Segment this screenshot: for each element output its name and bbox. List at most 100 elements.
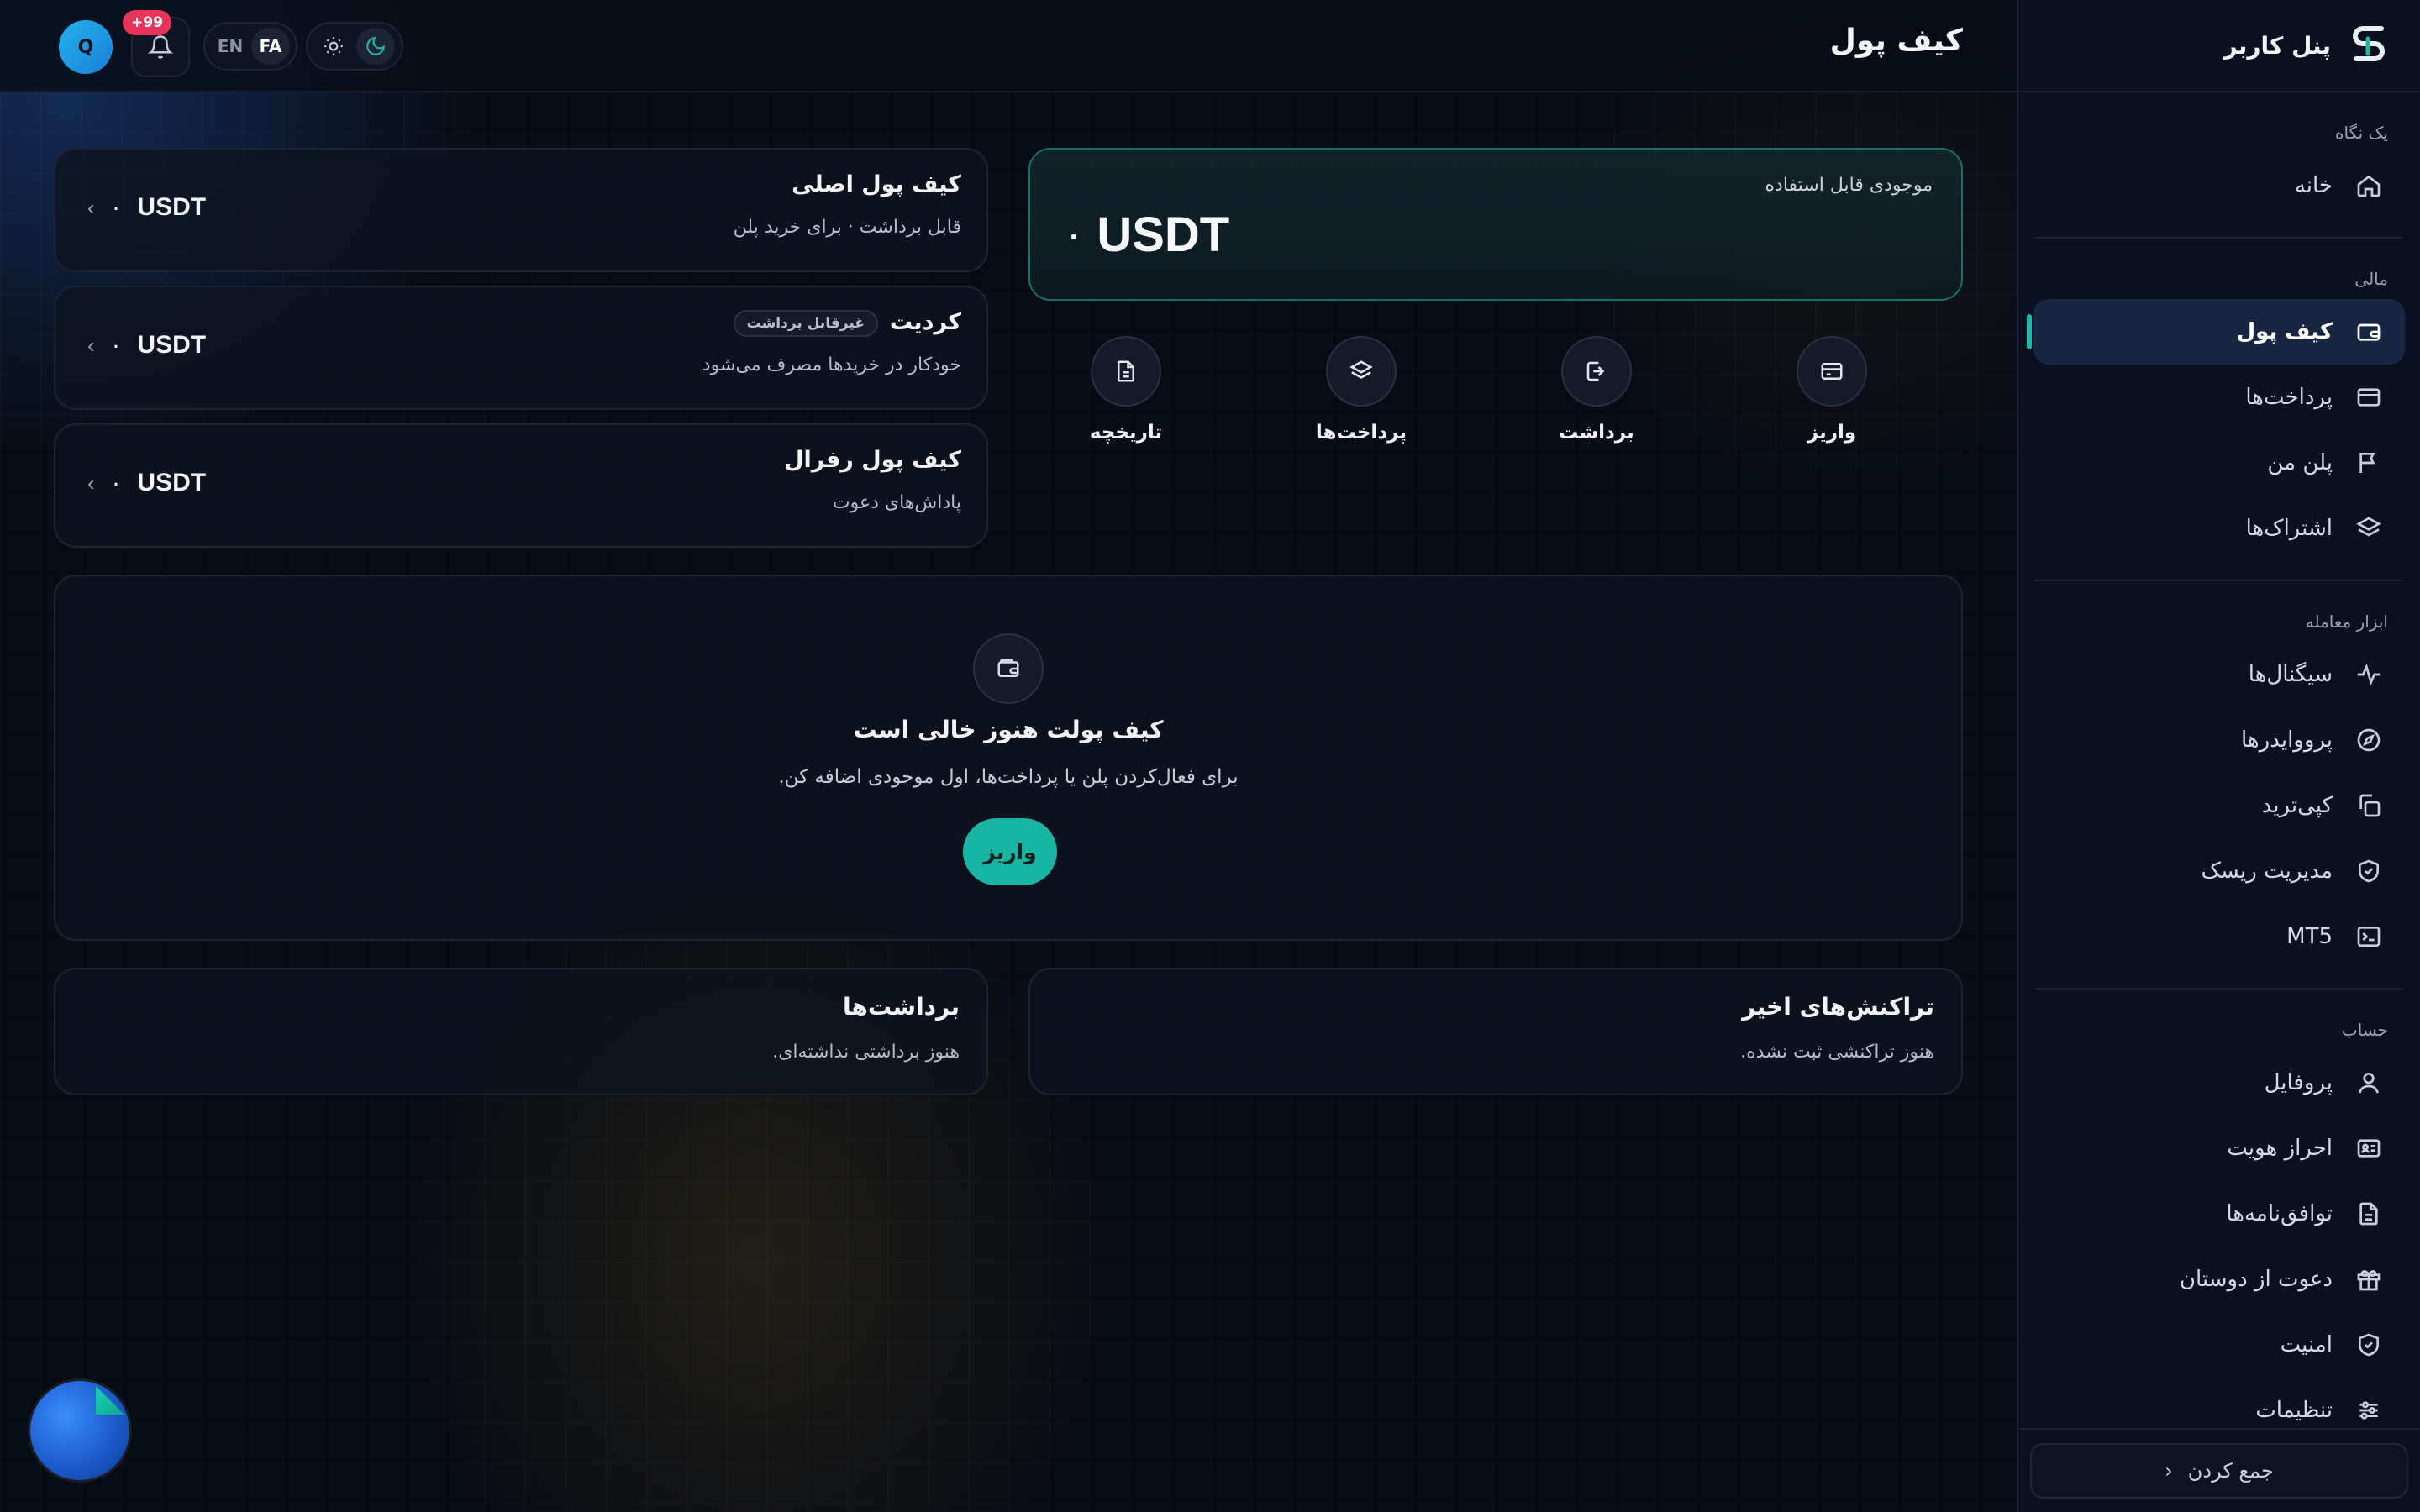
- wallet-currency: USDT: [137, 193, 207, 221]
- sidebar-item-signals[interactable]: سیگنال‌ها: [2033, 642, 2405, 707]
- id-card-icon: [2354, 1134, 2383, 1163]
- sidebar-item-label: پروفایل: [2264, 1070, 2333, 1095]
- lang-fa-button[interactable]: FA: [251, 28, 290, 65]
- sidebar-item-verification[interactable]: احراز هویت: [2033, 1116, 2405, 1181]
- sidebar-item-label: احراز هویت: [2227, 1136, 2333, 1161]
- sidebar-item-risk-management[interactable]: مدیریت ریسک: [2033, 838, 2405, 904]
- sidebar-item-home[interactable]: خانه: [2033, 153, 2405, 218]
- wallet-icon: [2354, 318, 2383, 346]
- main-wallet-card[interactable]: کیف پول اصلی قابل برداشت · برای خرید پلن…: [54, 148, 988, 272]
- sidebar-footer: جمع کردن ‹: [2018, 1428, 2420, 1512]
- sidebar-item-label: امنیت: [2280, 1332, 2333, 1357]
- chevron-left-icon: ‹: [87, 332, 95, 358]
- sidebar-item-payments[interactable]: پرداخت‌ها: [2033, 365, 2405, 430]
- copy-icon: [2354, 791, 2383, 820]
- page-title: کیف پول: [1829, 24, 1963, 58]
- withdraw-action-button[interactable]: برداشت: [1529, 336, 1664, 444]
- wallet-title: کردیت غیرقابل برداشت: [733, 309, 961, 337]
- credit-card-icon: [1821, 363, 1843, 380]
- credit-card-icon: [2354, 383, 2383, 412]
- chevron-left-icon: ‹: [87, 194, 95, 220]
- wallet-currency: USDT: [137, 469, 207, 496]
- divider: [2035, 237, 2403, 239]
- chevron-left-icon: ‹: [2165, 1459, 2173, 1483]
- empty-state-icon: [973, 633, 1044, 704]
- sidebar-item-my-plan[interactable]: پلن من: [2033, 430, 2405, 496]
- top-header: کیف پول EN FA +99 Q: [0, 0, 2017, 92]
- sidebar-item-copytrade[interactable]: کپی‌ترید: [2033, 773, 2405, 838]
- sliders-icon: [2354, 1396, 2383, 1425]
- wallet-amount: ‹ ۰ USDT: [87, 469, 206, 497]
- recent-transactions-empty: هنوز تراکنشی ثبت نشده.: [1740, 1042, 1934, 1063]
- wallet-icon: [997, 659, 1019, 677]
- sidebar-item-security[interactable]: امنیت: [2033, 1312, 2405, 1378]
- document-icon: [1118, 360, 1134, 382]
- sidebar: پنل کاربر یک نگاه خانه مالی کیف پول پردا…: [2017, 0, 2420, 1512]
- wallet-currency: USDT: [137, 331, 207, 359]
- sidebar-item-providers[interactable]: پرووایدرها: [2033, 707, 2405, 773]
- empty-wallet-card: کیف پولت هنوز خالی است برای فعال‌کردن پل…: [54, 575, 1963, 941]
- home-icon: [2354, 171, 2383, 200]
- sidebar-item-label: سیگنال‌ها: [2248, 662, 2333, 687]
- shield-check-icon: [2354, 857, 2383, 885]
- user-icon: [2354, 1068, 2383, 1097]
- brand-logo[interactable]: [2348, 22, 2390, 69]
- sidebar-item-label: مدیریت ریسک: [2201, 858, 2333, 884]
- sidebar-item-label: دعوت از دوستان: [2179, 1267, 2333, 1292]
- section-label: مالی: [2354, 269, 2388, 289]
- sidebar-title: پنل کاربر: [2223, 31, 2331, 60]
- balance-value: ۰ USDT: [1065, 207, 1229, 263]
- payments-action-label: پرداخت‌ها: [1315, 422, 1407, 444]
- document-icon: [2354, 1200, 2383, 1228]
- withdrawals-empty: هنوز برداشتی نداشته‌ای.: [772, 1042, 960, 1063]
- sidebar-item-label: اشتراک‌ها: [2245, 516, 2333, 541]
- wallet-title: کیف پول اصلی: [792, 171, 961, 197]
- sidebar-item-label: پلن من: [2267, 450, 2333, 475]
- sidebar-item-wallet[interactable]: کیف پول: [2027, 299, 2405, 365]
- logo-icon: [2353, 26, 2385, 61]
- wallet-amount-value: ۰: [111, 336, 121, 355]
- layers-icon: [2354, 514, 2383, 543]
- wallet-actions: واریز برداشت پرداخت‌ها تاریخچه: [1090, 336, 1899, 454]
- history-action-button[interactable]: تاریخچه: [1059, 336, 1193, 444]
- chevron-left-icon: ‹: [87, 470, 95, 496]
- deposit-action-button[interactable]: واریز: [1765, 336, 1899, 444]
- available-balance-card: موجودی قابل استفاده ۰ USDT: [1028, 148, 1963, 301]
- gift-icon: [2354, 1265, 2383, 1294]
- sidebar-item-label: MT5: [2286, 924, 2333, 949]
- deposit-button[interactable]: واریز: [963, 818, 1057, 885]
- dark-mode-button[interactable]: [356, 28, 395, 65]
- credit-wallet-card[interactable]: کردیت غیرقابل برداشت خودکار در خریدها مصر…: [54, 286, 988, 410]
- theme-toggle[interactable]: [306, 22, 403, 71]
- withdrawals-title: برداشت‌ها: [842, 993, 960, 1021]
- shield-icon: [2354, 1331, 2383, 1359]
- sidebar-item-agreements[interactable]: توافق‌نامه‌ها: [2033, 1181, 2405, 1247]
- empty-state-subtitle: برای فعال‌کردن پلن یا پرداخت‌ها، اول موج…: [778, 766, 1239, 788]
- collapse-sidebar-button[interactable]: جمع کردن ‹: [2030, 1443, 2408, 1499]
- divider: [2035, 988, 2403, 990]
- section-label: ابزار معامله: [2305, 612, 2388, 632]
- sidebar-item-label: توافق‌نامه‌ها: [2226, 1201, 2333, 1226]
- layers-icon: [1349, 360, 1373, 379]
- wallet-amount: ‹ ۰ USDT: [87, 193, 206, 222]
- sidebar-item-mt5[interactable]: MT5: [2033, 904, 2405, 969]
- referral-wallet-card[interactable]: کیف پول رفرال پاداش‌های دعوت ‹ ۰ USDT: [54, 423, 988, 548]
- wallet-amount-value: ۰: [111, 474, 121, 493]
- wallet-subtitle: قابل برداشت · برای خرید پلن: [733, 217, 961, 238]
- payments-action-button[interactable]: پرداخت‌ها: [1294, 336, 1428, 444]
- lang-en-button[interactable]: EN: [211, 36, 250, 56]
- sidebar-item-profile[interactable]: پروفایل: [2033, 1050, 2405, 1116]
- sidebar-item-subscriptions[interactable]: اشتراک‌ها: [2033, 496, 2405, 561]
- sidebar-item-label: خانه: [2294, 173, 2333, 198]
- sidebar-header: پنل کاربر: [2018, 0, 2420, 92]
- assistant-orb-button[interactable]: [30, 1381, 129, 1480]
- light-mode-button[interactable]: [314, 28, 353, 65]
- language-toggle[interactable]: EN FA: [203, 22, 297, 71]
- recent-transactions-title: تراکنش‌های اخیر: [1742, 993, 1934, 1021]
- sidebar-item-label: کیف پول: [2236, 319, 2333, 344]
- sidebar-item-invite-friends[interactable]: دعوت از دوستان: [2033, 1247, 2405, 1312]
- empty-state-title: کیف پولت هنوز خالی است: [853, 716, 1164, 743]
- section-label: یک نگاه: [2334, 123, 2388, 143]
- avatar[interactable]: Q: [59, 20, 113, 74]
- recent-transactions-card: تراکنش‌های اخیر هنوز تراکنشی ثبت نشده.: [1028, 968, 1963, 1095]
